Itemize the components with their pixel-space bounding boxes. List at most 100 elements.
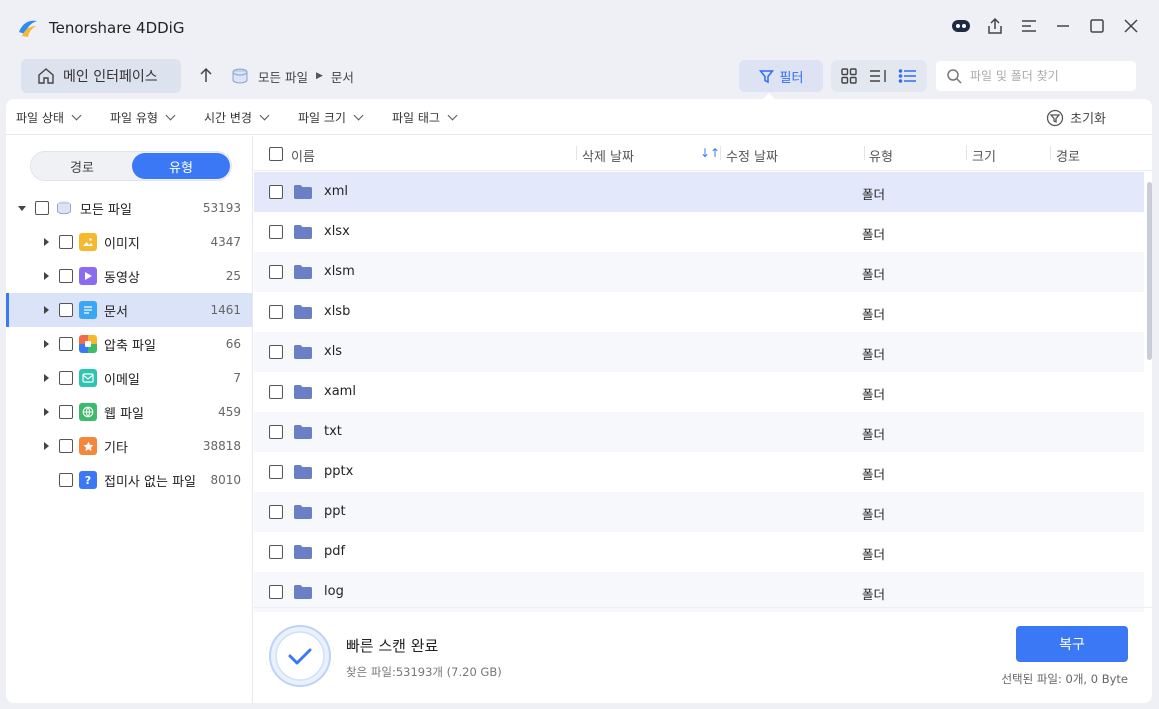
column-name[interactable]: 이름 [291,146,315,165]
checkbox[interactable] [59,337,73,351]
scrollbar-thumb[interactable] [1147,182,1152,360]
table-row[interactable]: xlsx 폴더 [254,212,1144,252]
table-row[interactable]: xlsm 폴더 [254,252,1144,292]
table-row[interactable]: log 폴더 [254,572,1144,612]
expand-right-icon[interactable] [44,272,49,280]
maximize-icon[interactable] [1087,15,1107,37]
search-input[interactable] [970,69,1120,83]
expand-down-icon[interactable] [18,206,26,211]
view-mode-group [831,60,927,92]
scan-complete-check-icon [269,625,331,687]
assistant-robot-icon[interactable] [951,15,971,37]
tree-item-email[interactable]: 이메일 7 [6,361,252,395]
column-divider [720,146,721,160]
tree-item-label: 문서 [104,305,128,320]
tree-item-label: 웹 파일 [104,407,145,422]
select-all-checkbox[interactable] [269,147,283,161]
time-changed-dropdown[interactable]: 시간 변경 [204,109,270,126]
file-type-dropdown[interactable]: 파일 유형 [110,109,176,126]
row-checkbox[interactable] [269,465,283,479]
row-checkbox[interactable] [269,345,283,359]
row-checkbox[interactable] [269,545,283,559]
tab-type[interactable]: 유형 [132,153,230,179]
tree-item-video[interactable]: 동영상 25 [6,259,252,293]
row-checkbox[interactable] [269,425,283,439]
column-path[interactable]: 경로 [1056,146,1080,165]
column-deleted-date[interactable]: 삭제 날짜 [582,146,634,165]
table-row[interactable]: pptx 폴더 [254,452,1144,492]
tab-path[interactable]: 경로 [33,153,131,179]
folder-icon [294,545,312,559]
expand-right-icon[interactable] [44,238,49,246]
reset-filter-icon [1046,109,1064,126]
file-type: 폴더 [862,227,886,242]
reset-button[interactable]: 초기화 [1046,108,1106,127]
table-row[interactable]: xls 폴더 [254,332,1144,372]
breadcrumb-item-documents[interactable]: 문서 [331,67,354,86]
checkbox[interactable] [59,439,73,453]
filter-button[interactable]: 필터 [739,60,823,92]
other-icon [79,437,97,455]
table-row[interactable]: ppt 폴더 [254,492,1144,532]
checkbox[interactable] [59,303,73,317]
row-checkbox[interactable] [269,265,283,279]
table-row[interactable]: pdf 폴더 [254,532,1144,572]
chevron-down-icon [71,110,82,121]
column-size[interactable]: 크기 [972,146,996,165]
file-status-dropdown[interactable]: 파일 상태 [16,109,82,126]
file-name: xlsb [324,304,351,319]
file-tag-dropdown[interactable]: 파일 태그 [392,109,458,126]
checkbox[interactable] [35,201,49,215]
tree-item-web-files[interactable]: 웹 파일 459 [6,395,252,429]
sort-icon[interactable]: ↓↑ [700,146,720,160]
preview-list-view-icon[interactable] [868,67,888,85]
row-checkbox[interactable] [269,305,283,319]
row-checkbox[interactable] [269,225,283,239]
checkbox[interactable] [59,235,73,249]
row-checkbox[interactable] [269,505,283,519]
column-type[interactable]: 유형 [869,146,893,165]
home-button[interactable]: 메인 인터페이스 [21,59,181,93]
unknown-file-icon: ? [79,471,97,489]
row-checkbox[interactable] [269,585,283,599]
table-scrollbar[interactable] [1146,172,1152,602]
list-view-icon[interactable] [898,67,918,85]
table-row[interactable]: txt 폴더 [254,412,1144,452]
grid-view-icon[interactable] [840,67,858,85]
file-size-label: 파일 크기 [298,111,346,125]
file-type: 폴더 [862,587,886,602]
close-icon[interactable] [1121,15,1141,37]
tree-item-archives[interactable]: 압축 파일 66 [6,327,252,361]
tree-item-no-suffix-files[interactable]: ? 접미사 없는 파일 8010 [6,463,252,497]
menu-icon[interactable] [1019,15,1039,37]
row-checkbox[interactable] [269,185,283,199]
expand-right-icon[interactable] [44,442,49,450]
row-checkbox[interactable] [269,385,283,399]
breadcrumb-item-all-files[interactable]: 모든 파일 [258,67,308,86]
tree-item-other[interactable]: 기타 38818 [6,429,252,463]
file-size-dropdown[interactable]: 파일 크기 [298,109,364,126]
table-row[interactable]: xaml 폴더 [254,372,1144,412]
expand-right-icon[interactable] [44,408,49,416]
minimize-icon[interactable] [1053,15,1073,37]
file-name: log [324,584,344,599]
view-toggle: 경로 유형 [30,151,232,181]
tree-item-images[interactable]: 이미지 4347 [6,225,252,259]
recover-button[interactable]: 복구 [1016,626,1128,662]
expand-right-icon[interactable] [44,306,49,314]
checkbox[interactable] [59,371,73,385]
table-row[interactable]: xlsb 폴더 [254,292,1144,332]
expand-right-icon[interactable] [44,340,49,348]
share-icon[interactable] [985,15,1005,37]
table-row[interactable]: xml 폴더 [254,172,1144,212]
checkbox[interactable] [59,473,73,487]
tree-item-documents[interactable]: 문서 1461 [6,293,252,327]
tree-item-count: 66 [225,337,241,351]
expand-right-icon[interactable] [44,374,49,382]
tree-item-all-files[interactable]: 모든 파일 53193 [6,191,252,225]
checkbox[interactable] [59,269,73,283]
checkbox[interactable] [59,405,73,419]
up-arrow-icon[interactable] [196,64,216,86]
file-type: 폴더 [862,387,886,402]
column-modified-date[interactable]: 수정 날짜 [726,146,778,165]
